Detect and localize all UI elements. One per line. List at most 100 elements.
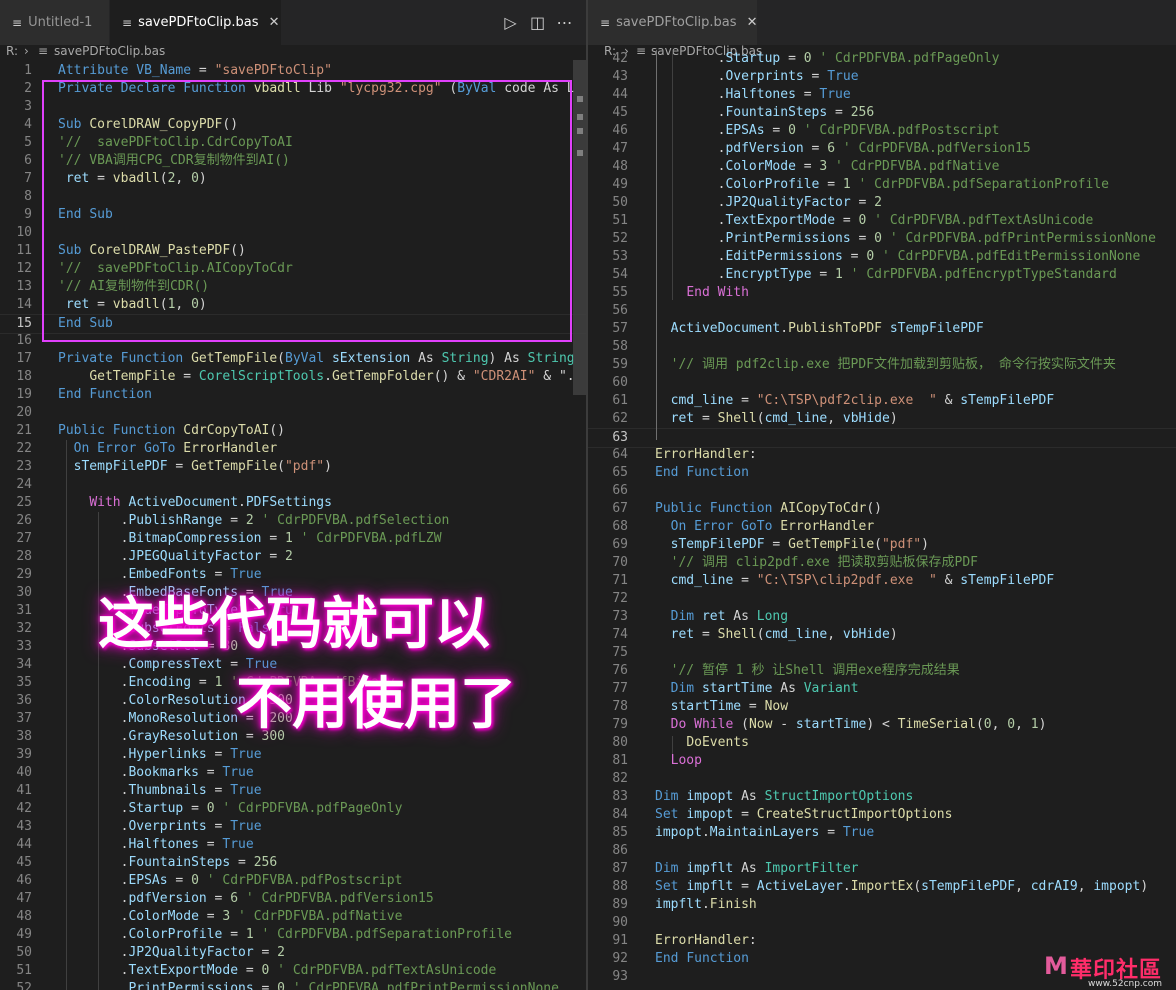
code-line[interactable]: 81 Loop — [588, 752, 1176, 770]
code-line[interactable]: 49 .ColorProfile = 1 ' CdrPDFVBA.pdfSepa… — [588, 176, 1176, 194]
code-line[interactable]: 52 .PrintPermissions = 0 ' CdrPDFVBA.pdf… — [0, 980, 586, 990]
code-line[interactable]: 70 '// 调用 clip2pdf.exe 把读取剪贴板保存成PDF — [588, 554, 1176, 572]
code-line[interactable]: 27 .BitmapCompression = 1 ' CdrPDFVBA.pd… — [0, 530, 586, 548]
code-line[interactable]: 47 .pdfVersion = 6 ' CdrPDFVBA.pdfVersio… — [0, 890, 586, 908]
code-line[interactable]: 42 .Startup = 0 ' CdrPDFVBA.pdfPageOnly — [0, 800, 586, 818]
code-line[interactable]: 42 .Startup = 0 ' CdrPDFVBA.pdfPageOnly — [588, 50, 1176, 68]
code-line[interactable]: 87 Dim impflt As ImportFilter — [588, 860, 1176, 878]
code-token: ActiveDocument — [128, 495, 239, 510]
close-icon[interactable]: ✕ — [269, 15, 280, 30]
tab-untitled-1[interactable]: ≡ Untitled-1 — [0, 0, 109, 45]
code-line[interactable]: 53 .EditPermissions = 0 ' CdrPDFVBA.pdfE… — [588, 248, 1176, 266]
code-line[interactable]: 21 Public Function CdrCopyToAI() — [0, 422, 586, 440]
code-line[interactable]: 57 ActiveDocument.PublishToPDF sTempFile… — [588, 320, 1176, 338]
code-token: TimeSerial — [897, 717, 976, 732]
code-line[interactable]: 91 ErrorHandler: — [588, 932, 1176, 950]
code-line[interactable]: 65 End Function — [588, 464, 1176, 482]
code-line[interactable]: 75 — [588, 644, 1176, 662]
code-line[interactable]: 46 .EPSAs = 0 ' CdrPDFVBA.pdfPostscript — [0, 872, 586, 890]
code-token: & — [936, 393, 961, 408]
code-line[interactable]: 18 GetTempFile = CorelScriptTools.GetTem… — [0, 368, 586, 386]
code-token: . — [655, 177, 726, 192]
code-line[interactable]: 45 .FountainSteps = 256 — [0, 854, 586, 872]
code-line[interactable]: 43 .Overprints = True — [588, 68, 1176, 86]
code-line[interactable]: 26 .PublishRange = 2 ' CdrPDFVBA.pdfSele… — [0, 512, 586, 530]
code-line[interactable]: 83 Dim impopt As StructImportOptions — [588, 788, 1176, 806]
code-line[interactable]: 68 On Error GoTo ErrorHandler — [588, 518, 1176, 536]
more-actions-icon[interactable]: ⋯ — [551, 13, 578, 32]
code-line[interactable]: 64 ErrorHandler: — [588, 446, 1176, 464]
code-line[interactable]: 59 '// 调用 pdf2clip.exe 把PDF文件加载到剪贴板， 命令行… — [588, 356, 1176, 374]
code-line[interactable]: 77 Dim startTime As Variant — [588, 680, 1176, 698]
code-line[interactable]: 84 Set impopt = CreateStructImportOptions — [588, 806, 1176, 824]
tab-savepdftoclip[interactable]: ≡ savePDFtoClip.bas ✕ — [110, 0, 281, 45]
code-line[interactable]: 23 sTempFilePDF = GetTempFile("pdf") — [0, 458, 586, 476]
code-line[interactable]: 49 .ColorProfile = 1 ' CdrPDFVBA.pdfSepa… — [0, 926, 586, 944]
code-line[interactable]: 69 sTempFilePDF = GetTempFile("pdf") — [588, 536, 1176, 554]
code-line[interactable]: 55 End With — [588, 284, 1176, 302]
code-line[interactable]: 85 impopt.MaintainLayers = True — [588, 824, 1176, 842]
code-line[interactable]: 25 With ActiveDocument.PDFSettings — [0, 494, 586, 512]
code-line[interactable]: 62 ret = Shell(cmd_line, vbHide) — [588, 410, 1176, 428]
code-line[interactable]: 51 .TextExportMode = 0 ' CdrPDFVBA.pdfTe… — [0, 962, 586, 980]
code-line[interactable]: 52 .PrintPermissions = 0 ' CdrPDFVBA.pdf… — [588, 230, 1176, 248]
run-icon[interactable]: ▷ — [497, 13, 524, 32]
code-line[interactable]: 88 Set impflt = ActiveLayer.ImportEx(sTem… — [588, 878, 1176, 896]
code-token: '// 调用 pdf2clip.exe 把PDF文件加载到剪贴板， 命令行按实际… — [655, 357, 1116, 372]
code-line[interactable]: 76 '// 暂停 1 秒 让Shell 调用exe程序完成结果 — [588, 662, 1176, 680]
code-line[interactable]: 61 cmd_line = "C:\TSP\pdf2clip.exe " & s… — [588, 392, 1176, 410]
code-line[interactable]: 74 ret = Shell(cmd_line, vbHide) — [588, 626, 1176, 644]
code-line[interactable]: 29 .EmbedFonts = True — [0, 566, 586, 584]
code-line[interactable]: 39 .Hyperlinks = True — [0, 746, 586, 764]
code-line[interactable]: 19 End Function — [0, 386, 586, 404]
breadcrumb-drive[interactable]: R: — [6, 45, 18, 57]
code-line[interactable]: 51 .TextExportMode = 0 ' CdrPDFVBA.pdfTe… — [588, 212, 1176, 230]
code-line[interactable]: 82 — [588, 770, 1176, 788]
code-line[interactable]: 60 — [588, 374, 1176, 392]
close-icon[interactable]: ✕ — [747, 15, 758, 30]
code-line[interactable]: 48 .ColorMode = 3 ' CdrPDFVBA.pdfNative — [588, 158, 1176, 176]
code-line[interactable]: 78 startTime = Now — [588, 698, 1176, 716]
code-line[interactable]: 45 .FountainSteps = 256 — [588, 104, 1176, 122]
code-line[interactable]: 89 impflt.Finish — [588, 896, 1176, 914]
code-line[interactable]: 28 .JPEGQualityFactor = 2 — [0, 548, 586, 566]
code-line[interactable]: 43 .Overprints = True — [0, 818, 586, 836]
code-line[interactable]: 71 cmd_line = "C:\TSP\clip2pdf.exe " & s… — [588, 572, 1176, 590]
code-line[interactable]: 44 .Halftones = True — [588, 86, 1176, 104]
code-line[interactable]: 20 — [0, 404, 586, 422]
line-number: 18 — [16, 369, 32, 384]
code-line[interactable]: 63 — [588, 428, 1176, 448]
code-line[interactable]: 90 — [588, 914, 1176, 932]
tab-savepdftoclip[interactable]: ≡ savePDFtoClip.bas ✕ — [588, 0, 757, 45]
code-token: Dim — [670, 681, 702, 696]
code-line[interactable]: 47 .pdfVersion = 6 ' CdrPDFVBA.pdfVersio… — [588, 140, 1176, 158]
code-line[interactable]: 80 DoEvents — [588, 734, 1176, 752]
code-line[interactable]: 24 — [0, 476, 586, 494]
code-line[interactable]: 41 .Thumbnails = True — [0, 782, 586, 800]
code-line[interactable]: 17 Private Function GetTempFile(ByVal sEx… — [0, 350, 586, 368]
code-token: Private — [58, 351, 121, 366]
code-token: ) — [889, 411, 898, 426]
code-line[interactable]: 1 Attribute VB_Name = "savePDFtoClip" — [0, 62, 586, 80]
scrollbar[interactable] — [573, 60, 586, 395]
code-line[interactable]: 22 On Error GoTo ErrorHandler — [0, 440, 586, 458]
code-line[interactable]: 66 — [588, 482, 1176, 500]
code-line[interactable]: 46 .EPSAs = 0 ' CdrPDFVBA.pdfPostscript — [588, 122, 1176, 140]
code-line[interactable]: 73 Dim ret As Long — [588, 608, 1176, 626]
code-line[interactable]: 56 — [588, 302, 1176, 320]
code-line[interactable]: 44 .Halftones = True — [0, 836, 586, 854]
code-line[interactable]: 79 Do While (Now - startTime) < TimeSeri… — [588, 716, 1176, 734]
code-line[interactable]: 67 Public Function AICopyToCdr() — [588, 500, 1176, 518]
breadcrumb-file[interactable]: savePDFtoClip.bas — [54, 45, 165, 57]
code-line[interactable]: 50 .JP2QualityFactor = 2 — [0, 944, 586, 962]
code-line[interactable]: 58 — [588, 338, 1176, 356]
code-line[interactable]: 40 .Bookmarks = True — [0, 764, 586, 782]
code-line[interactable]: 72 — [588, 590, 1176, 608]
code-line[interactable]: 50 .JP2QualityFactor = 2 — [588, 194, 1176, 212]
code-line[interactable]: 48 .ColorMode = 3 ' CdrPDFVBA.pdfNative — [0, 908, 586, 926]
split-editor-icon[interactable]: ◫ — [524, 13, 551, 32]
code-line[interactable]: 86 — [588, 842, 1176, 860]
code-line[interactable]: 54 .EncryptType = 1 ' CdrPDFVBA.pdfEncry… — [588, 266, 1176, 284]
code-text: End With — [655, 284, 749, 302]
